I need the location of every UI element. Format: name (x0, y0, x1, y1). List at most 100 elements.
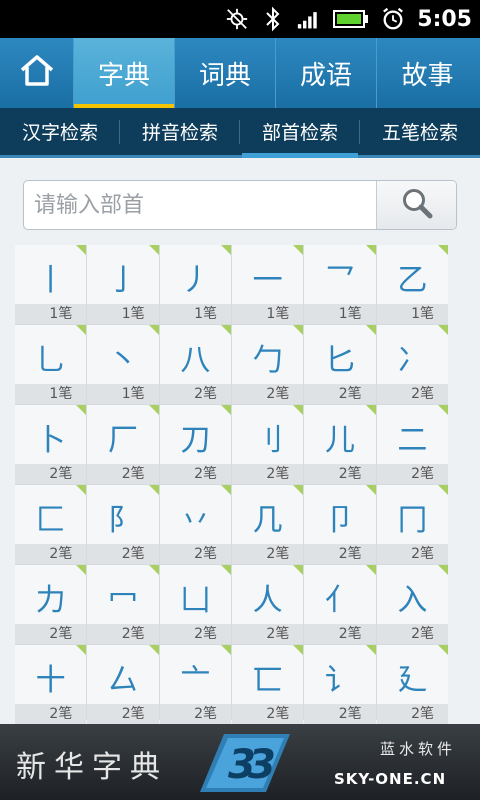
radical-stroke-count: 1笔 (159, 304, 231, 324)
radical-cell[interactable]: 冫 2笔 (376, 325, 448, 404)
radical-stroke-count: 2笔 (304, 704, 376, 724)
radical-stroke-count: 2笔 (159, 384, 231, 404)
radical-glyph: 力 (35, 583, 66, 618)
signal-icon (297, 7, 321, 31)
tab-pinyin-search-label: 拼音检索 (141, 122, 218, 144)
radical-stroke-count: 2笔 (15, 704, 87, 724)
radical-glyph: 匸 (252, 663, 283, 698)
radical-cell[interactable]: 冖 2笔 (87, 565, 159, 644)
tab-radical-search-label: 部首检索 (261, 122, 338, 144)
radical-cell[interactable]: 讠 2笔 (304, 645, 376, 724)
radical-cell[interactable]: 厶 2笔 (87, 645, 159, 724)
radical-stroke-count: 1笔 (304, 304, 376, 324)
radical-stroke-count: 1笔 (15, 304, 87, 324)
radical-cell[interactable]: 刀 2笔 (159, 405, 231, 484)
radical-cell[interactable]: 亠 2笔 (159, 645, 231, 724)
radical-cell[interactable]: 冂 2笔 (376, 485, 448, 564)
app-title: 新华字典 (16, 750, 168, 785)
radical-search-input[interactable] (24, 181, 377, 229)
home-icon (19, 53, 55, 94)
radical-cell[interactable]: 亅 1笔 (87, 245, 159, 324)
radical-cell[interactable]: 一 1笔 (232, 245, 304, 324)
company-name: 蓝水软件 (380, 740, 457, 758)
tab-chengyu[interactable]: 成语 (276, 38, 377, 108)
status-time: 5:05 (417, 6, 472, 32)
radical-stroke-count: 2笔 (376, 464, 448, 484)
radical-glyph: 乚 (35, 343, 66, 378)
radical-glyph: 凵 (180, 583, 211, 618)
radical-stroke-count: 2笔 (304, 464, 376, 484)
radical-glyph: 亠 (180, 663, 211, 698)
search-mode-tabs: 汉字检索 拼音检索 部首检索 五笔检索 (0, 108, 480, 158)
tab-wubi-search[interactable]: 五笔检索 (360, 108, 480, 155)
radical-cell[interactable]: 十 2笔 (15, 645, 87, 724)
radical-cell[interactable]: 匸 2笔 (232, 645, 304, 724)
radical-stroke-count: 2笔 (15, 464, 87, 484)
radical-cell[interactable]: 亻 2笔 (304, 565, 376, 644)
radical-cell[interactable]: 丿 1笔 (159, 245, 231, 324)
radical-stroke-count: 1笔 (87, 384, 159, 404)
radical-cell[interactable]: 丨 1笔 (15, 245, 87, 324)
radical-cell[interactable]: 勹 2笔 (232, 325, 304, 404)
radical-cell[interactable]: 儿 2笔 (304, 405, 376, 484)
radical-glyph: 刂 (252, 423, 283, 458)
tab-hanzi-search-label: 汉字检索 (21, 122, 98, 144)
radical-glyph: 乙 (397, 263, 428, 298)
radical-glyph: 八 (180, 343, 211, 378)
svg-text:3: 3 (248, 742, 276, 788)
radical-stroke-count: 2笔 (376, 704, 448, 724)
tab-gushi[interactable]: 故事 (377, 38, 478, 108)
radical-cell[interactable]: 乙 1笔 (376, 245, 448, 324)
radical-cell[interactable]: 卩 2笔 (304, 485, 376, 564)
radical-cell[interactable]: 阝 2笔 (87, 485, 159, 564)
radical-glyph: 厶 (107, 663, 138, 698)
radical-cell[interactable]: 入 2笔 (376, 565, 448, 644)
battery-icon (333, 7, 369, 31)
radical-glyph: 一 (252, 263, 283, 298)
tab-chengyu-label: 成语 (299, 60, 352, 91)
status-icons: 5:05 (225, 0, 472, 38)
radical-grid: 丨 1笔亅 1笔丿 1笔一 1笔乛 1笔乙 1笔乚 1笔丶 1笔八 2笔勹 2笔匕 2笔冫 2笔卜 2笔厂… (15, 245, 448, 724)
company-url: SKY-ONE.CN (334, 770, 447, 788)
radical-cell[interactable]: 乛 1笔 (304, 245, 376, 324)
radical-cell[interactable]: 力 2笔 (15, 565, 87, 644)
radical-glyph: 亅 (107, 263, 138, 298)
radical-cell[interactable]: 八 2笔 (159, 325, 231, 404)
radical-cell[interactable]: 几 2笔 (232, 485, 304, 564)
radical-cell[interactable]: 丷 2笔 (159, 485, 231, 564)
bluetooth-icon (261, 6, 285, 32)
radical-glyph: 几 (252, 503, 283, 538)
radical-cell[interactable]: 凵 2笔 (159, 565, 231, 644)
radical-cell[interactable]: 匕 2笔 (304, 325, 376, 404)
radical-stroke-count: 2笔 (304, 384, 376, 404)
radical-cell[interactable]: 人 2笔 (232, 565, 304, 644)
radical-glyph: 刀 (180, 423, 211, 458)
tab-hanzi-search[interactable]: 汉字检索 (0, 108, 120, 155)
radical-cell[interactable]: 二 2笔 (376, 405, 448, 484)
radical-stroke-count: 2笔 (159, 704, 231, 724)
status-bar: 5:05 (0, 0, 480, 38)
radical-stroke-count: 2笔 (376, 624, 448, 644)
radical-glyph: 卩 (324, 503, 355, 538)
tab-home[interactable] (0, 38, 74, 108)
footer-banner: 新华字典 3 3 蓝水软件 SKY-ONE.CN (0, 724, 480, 800)
radical-cell[interactable]: 卜 2笔 (15, 405, 87, 484)
tab-cidian-label: 词典 (198, 60, 251, 91)
radical-cell[interactable]: 乚 1笔 (15, 325, 87, 404)
radical-cell[interactable]: 厂 2笔 (87, 405, 159, 484)
tab-pinyin-search[interactable]: 拼音检索 (120, 108, 240, 155)
radical-stroke-count: 2笔 (159, 464, 231, 484)
radical-stroke-count: 2笔 (87, 704, 159, 724)
radical-glyph: 丷 (180, 503, 211, 538)
radical-cell[interactable]: 匚 2笔 (15, 485, 87, 564)
tab-cidian[interactable]: 词典 (175, 38, 276, 108)
radical-glyph: 儿 (324, 423, 355, 458)
radical-stroke-count: 2笔 (15, 624, 87, 644)
radical-cell[interactable]: 刂 2笔 (232, 405, 304, 484)
tab-zidian[interactable]: 字典 (74, 38, 175, 108)
radical-cell[interactable]: 丶 1笔 (87, 325, 159, 404)
sky-one-logo: 3 3 (196, 728, 292, 798)
radical-cell[interactable]: 廴 2笔 (376, 645, 448, 724)
search-button[interactable] (376, 181, 456, 229)
tab-radical-search[interactable]: 部首检索 (240, 108, 360, 158)
